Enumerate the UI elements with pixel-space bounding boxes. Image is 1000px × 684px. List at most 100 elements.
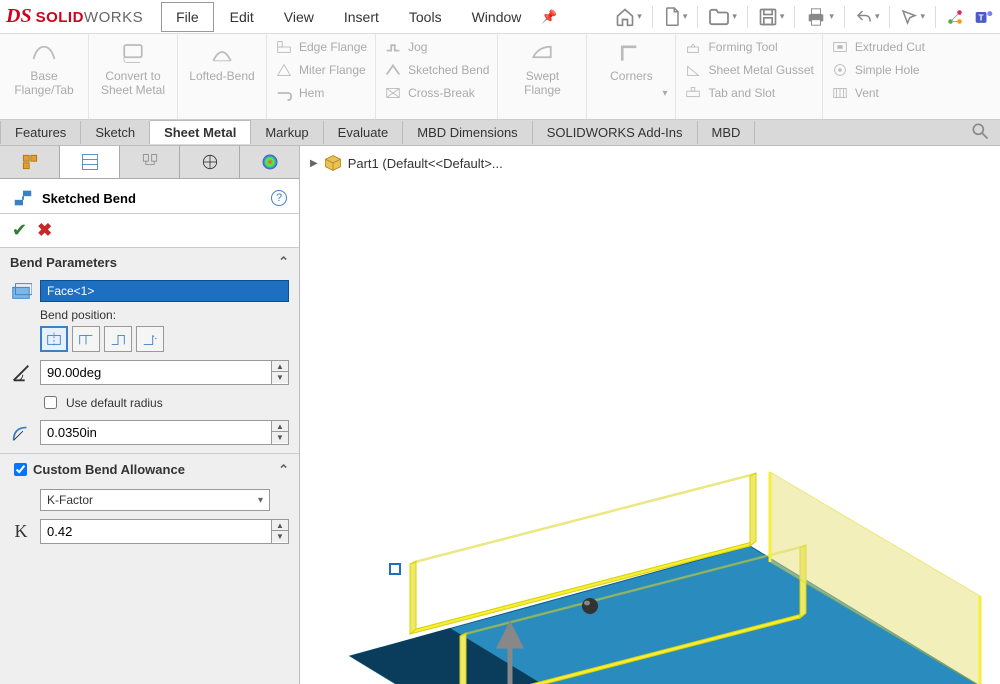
- radius-spin-up[interactable]: ▲: [272, 421, 288, 432]
- breadcrumb-expand-icon[interactable]: ▶: [310, 158, 318, 169]
- menu-window[interactable]: Window: [458, 3, 536, 31]
- ribbon-corners[interactable]: Corners ▾: [595, 38, 667, 100]
- k-spin-down[interactable]: ▼: [272, 531, 288, 542]
- ribbon-simple-hole-label: Simple Hole: [855, 63, 920, 77]
- bend-position-bend-outside[interactable]: [136, 326, 164, 352]
- tab-evaluate[interactable]: Evaluate: [324, 121, 404, 144]
- ribbon-sketched-bend-label: Sketched Bend: [408, 63, 489, 77]
- svg-text:T: T: [979, 12, 984, 22]
- panel-tab-dimxpert-icon[interactable]: [180, 146, 240, 178]
- ribbon-extruded-cut-label: Extruded Cut: [855, 40, 925, 54]
- ribbon-swept-flange[interactable]: Swept Flange: [506, 38, 578, 98]
- section-bend-parameters[interactable]: Bend Parameters ⌃: [0, 248, 299, 276]
- logo-solid: SOLID: [36, 9, 84, 26]
- pin-icon[interactable]: 📌: [541, 9, 557, 25]
- ribbon-hem-label: Hem: [299, 86, 324, 100]
- open-button[interactable]: ▾: [708, 8, 737, 26]
- bend-radius-value[interactable]: [41, 421, 271, 444]
- tab-solidworks-addins[interactable]: SOLIDWORKS Add-Ins: [533, 121, 698, 144]
- radius-spin-down[interactable]: ▼: [272, 432, 288, 443]
- cancel-button[interactable]: ✖: [37, 220, 52, 241]
- use-default-radius-checkbox[interactable]: [44, 396, 57, 409]
- ribbon-lofted-bend-label: Lofted-Bend: [189, 69, 254, 83]
- angle-spin-down[interactable]: ▼: [272, 372, 288, 383]
- ribbon-jog[interactable]: Jog: [384, 38, 489, 56]
- panel-tab-feature-manager-icon[interactable]: [0, 146, 60, 178]
- chevron-up-icon: ⌃: [278, 254, 289, 270]
- bend-radius-input[interactable]: ▲▼: [40, 420, 289, 445]
- angle-icon: [10, 362, 32, 384]
- ribbon-extruded-cut[interactable]: Extruded Cut: [831, 38, 925, 56]
- search-icon[interactable]: [970, 121, 1000, 144]
- ribbon-miter-flange[interactable]: Miter Flange: [275, 61, 367, 79]
- ribbon-lofted-bend[interactable]: Lofted-Bend: [186, 38, 258, 83]
- ribbon-base-flange[interactable]: Base Flange/Tab: [8, 38, 80, 98]
- save-button[interactable]: ▾: [758, 7, 785, 27]
- menu-file[interactable]: File: [161, 2, 214, 32]
- tab-markup[interactable]: Markup: [251, 121, 323, 144]
- bend-position-material-outside[interactable]: [104, 326, 132, 352]
- k-factor-input[interactable]: ▲▼: [40, 519, 289, 544]
- section-custom-bend-allowance[interactable]: Custom Bend Allowance ⌃: [0, 454, 299, 485]
- teams-icon[interactable]: T: [974, 7, 994, 27]
- ribbon-sketched-bend[interactable]: Sketched Bend: [384, 61, 489, 79]
- model-viewport[interactable]: [330, 396, 990, 684]
- bend-angle-value[interactable]: [41, 361, 271, 384]
- ribbon-simple-hole[interactable]: Simple Hole: [831, 61, 925, 79]
- ribbon-edge-flange-label: Edge Flange: [299, 40, 367, 54]
- menu-edit[interactable]: Edit: [216, 3, 268, 31]
- bend-position-material-inside[interactable]: [72, 326, 100, 352]
- bend-allowance-method-value: K-Factor: [47, 493, 93, 507]
- ribbon-vent[interactable]: Vent: [831, 84, 925, 102]
- tab-mbd[interactable]: MBD: [698, 121, 756, 144]
- tab-features[interactable]: Features: [0, 121, 81, 144]
- face-selection-field[interactable]: Face<1>: [40, 280, 289, 302]
- home-button[interactable]: ▾: [615, 7, 642, 27]
- chevron-down-icon: ▾: [258, 495, 263, 506]
- ribbon-sheet-gusset[interactable]: Sheet Metal Gusset: [684, 61, 813, 79]
- new-button[interactable]: ▾: [663, 6, 688, 28]
- menu-view[interactable]: View: [270, 3, 328, 31]
- ribbon-jog-label: Jog: [408, 40, 427, 54]
- angle-spin-up[interactable]: ▲: [272, 361, 288, 372]
- ribbon-convert-sheet-label: Convert to Sheet Metal: [97, 69, 169, 98]
- ribbon-convert-sheet[interactable]: Convert to Sheet Metal: [97, 38, 169, 98]
- tab-sketch[interactable]: Sketch: [81, 121, 150, 144]
- sketched-bend-icon: [12, 187, 34, 209]
- bend-allowance-method-combo[interactable]: K-Factor ▾: [40, 489, 270, 511]
- ribbon-edge-flange[interactable]: Edge Flange: [275, 38, 367, 56]
- logo-ds: DS: [6, 5, 32, 28]
- app-logo: DS SOLIDWORKS: [6, 5, 143, 28]
- tab-mbd-dimensions[interactable]: MBD Dimensions: [403, 121, 532, 144]
- k-spin-up[interactable]: ▲: [272, 520, 288, 531]
- ok-button[interactable]: ✔: [12, 220, 27, 241]
- custom-bend-allowance-checkbox[interactable]: [14, 463, 27, 476]
- menu-insert[interactable]: Insert: [330, 3, 393, 31]
- ribbon-cross-break-label: Cross-Break: [408, 86, 475, 100]
- tab-sheet-metal[interactable]: Sheet Metal: [150, 120, 251, 144]
- ribbon-base-flange-label: Base Flange/Tab: [8, 69, 80, 98]
- bend-angle-input[interactable]: ▲▼: [40, 360, 289, 385]
- select-button[interactable]: ▾: [900, 8, 925, 26]
- ribbon-cross-break[interactable]: Cross-Break: [384, 84, 489, 102]
- k-factor-value[interactable]: [41, 520, 271, 543]
- ribbon-corners-label: Corners: [610, 69, 653, 83]
- print-button[interactable]: ▾: [805, 7, 834, 27]
- bend-position-label: Bend position:: [40, 308, 289, 322]
- panel-tab-property-manager-icon[interactable]: [60, 146, 120, 178]
- bend-position-centerline[interactable]: [40, 326, 68, 352]
- panel-tab-config-icon[interactable]: [120, 146, 180, 178]
- share-icon[interactable]: [946, 8, 964, 26]
- breadcrumb-part-name[interactable]: Part1 (Default<<Default>...: [348, 156, 503, 171]
- ribbon-forming-tool-label: Forming Tool: [708, 40, 777, 54]
- face-select-icon: [10, 280, 32, 302]
- ribbon-tab-slot-label: Tab and Slot: [708, 86, 775, 100]
- undo-button[interactable]: ▾: [855, 8, 880, 26]
- ribbon-tab-slot[interactable]: Tab and Slot: [684, 84, 813, 102]
- ribbon-hem[interactable]: Hem: [275, 84, 367, 102]
- menu-tools[interactable]: Tools: [395, 3, 456, 31]
- k-factor-icon: K: [10, 521, 32, 542]
- help-button[interactable]: ?: [271, 190, 287, 206]
- ribbon-forming-tool[interactable]: Forming Tool: [684, 38, 813, 56]
- panel-tab-appearance-icon[interactable]: [240, 146, 299, 178]
